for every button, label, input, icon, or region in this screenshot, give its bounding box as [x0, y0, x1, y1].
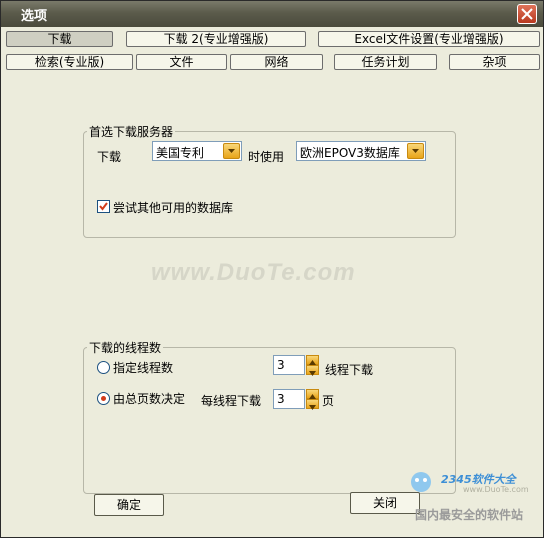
tab-excel-settings[interactable]: Excel文件设置(专业增强版): [318, 31, 540, 47]
ok-button[interactable]: 确定: [94, 494, 164, 516]
thread-count-input[interactable]: 3: [273, 355, 305, 375]
increment-icon[interactable]: [306, 355, 319, 365]
logo-slogan: 国内最安全的软件站: [415, 508, 524, 522]
chevron-down-icon[interactable]: [223, 143, 240, 159]
thread-suffix-label: 线程下载: [325, 363, 374, 377]
tab-file[interactable]: 文件: [136, 54, 227, 70]
per-thread-label: 每线程下载: [201, 394, 262, 408]
tab-schedule[interactable]: 任务计划: [334, 54, 437, 70]
pages-decide-radio[interactable]: [97, 392, 110, 405]
fixed-threads-radio[interactable]: [97, 361, 110, 374]
fixed-threads-label[interactable]: 指定线程数: [113, 359, 173, 376]
close-window-button[interactable]: [517, 4, 537, 24]
thread-group-title: 下载的线程数: [87, 339, 164, 356]
pages-per-thread-input[interactable]: 3: [273, 389, 305, 409]
watermark: www.DuoTe.com: [151, 259, 356, 286]
tab-row-1: 下载 下载 2(专业增强版) Excel文件设置(专业增强版): [1, 31, 543, 51]
window-title: 选项: [21, 9, 48, 24]
selected-dot: [101, 396, 106, 401]
download-source-select[interactable]: 美国专利: [152, 141, 242, 161]
close-button[interactable]: 关闭: [350, 492, 420, 514]
pages-decide-label[interactable]: 由总页数决定: [113, 390, 185, 407]
title-bar[interactable]: 选项: [1, 1, 543, 27]
use-label: 时使用: [248, 150, 285, 164]
pages-suffix-label: 页: [322, 394, 335, 408]
tab-network[interactable]: 网络: [230, 54, 323, 70]
checkmark-icon: [99, 202, 108, 211]
server-group-title: 首选下载服务器: [87, 123, 176, 140]
increment-icon[interactable]: [306, 389, 319, 399]
decrement-icon[interactable]: [306, 399, 319, 410]
database-select[interactable]: 欧洲EPOV3数据库: [296, 141, 426, 161]
close-icon: [521, 8, 533, 20]
logo-icon: [411, 472, 431, 492]
download-label: 下载: [97, 150, 122, 164]
tab-search[interactable]: 检索(专业版): [6, 54, 133, 70]
options-dialog: 选项 下载 下载 2(专业增强版) Excel文件设置(专业增强版) 检索(专业…: [0, 0, 544, 538]
tab-panel-download: 首选下载服务器 下载 美国专利 时使用 欧洲EPOV3数据库 尝试其他可用的数据…: [1, 74, 545, 539]
tab-download-2[interactable]: 下载 2(专业增强版): [126, 31, 306, 47]
decrement-icon[interactable]: [306, 365, 319, 376]
chevron-down-icon[interactable]: [407, 143, 424, 159]
database-value: 欧洲EPOV3数据库: [300, 146, 400, 160]
logo-url: www.DuoTe.com: [463, 485, 529, 494]
try-other-db-label[interactable]: 尝试其他可用的数据库: [113, 199, 233, 216]
download-source-value: 美国专利: [156, 146, 205, 160]
tab-download[interactable]: 下载: [6, 31, 113, 47]
tab-misc[interactable]: 杂项: [449, 54, 540, 70]
tab-row-2: 检索(专业版) 文件 网络 任务计划 杂项: [1, 54, 543, 74]
try-other-db-checkbox[interactable]: [97, 200, 110, 213]
